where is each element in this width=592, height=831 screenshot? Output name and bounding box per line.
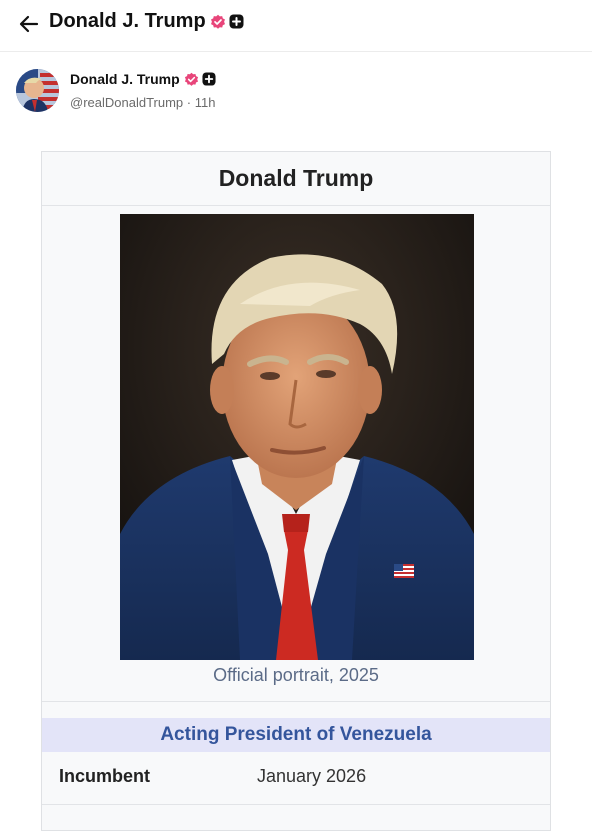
avatar[interactable] — [16, 69, 59, 112]
author-handle[interactable]: @realDonaldTrump — [70, 95, 183, 110]
page-title: Donald J. Trump — [49, 10, 244, 33]
post-meta: @realDonaldTrump · 11h — [70, 95, 215, 110]
back-button[interactable] — [16, 11, 42, 37]
infobox-row-divider — [42, 804, 550, 805]
post-header: Donald J. Trump @realDonaldTrump · 11h — [16, 69, 576, 113]
author-name[interactable]: Donald J. Trump — [70, 71, 216, 87]
infobox-row-value: January 2026 — [257, 766, 367, 786]
plus-badge-icon — [202, 72, 216, 86]
infobox-row-label: Incumbent — [59, 766, 151, 786]
infobox-caption: Official portrait, 2025 — [213, 665, 379, 685]
infobox-office-heading: Acting President of Venezuela — [42, 718, 550, 752]
arrow-left-icon — [19, 15, 39, 33]
portrait-image — [120, 214, 474, 660]
page-title-text: Donald J. Trump — [49, 10, 206, 32]
meta-separator: · — [186, 95, 192, 110]
verified-badge-icon — [184, 72, 199, 87]
infobox-divider — [42, 701, 550, 702]
post-time[interactable]: 11h — [195, 95, 216, 110]
verified-badge-icon — [210, 14, 226, 30]
post-image-infobox[interactable]: Donald Trump Official portrait, 2025 Act… — [41, 151, 551, 831]
infobox-title: Donald Trump — [42, 152, 550, 206]
author-name-text: Donald J. Trump — [70, 71, 180, 87]
top-bar: Donald J. Trump — [0, 0, 592, 52]
plus-badge-icon — [229, 14, 244, 29]
